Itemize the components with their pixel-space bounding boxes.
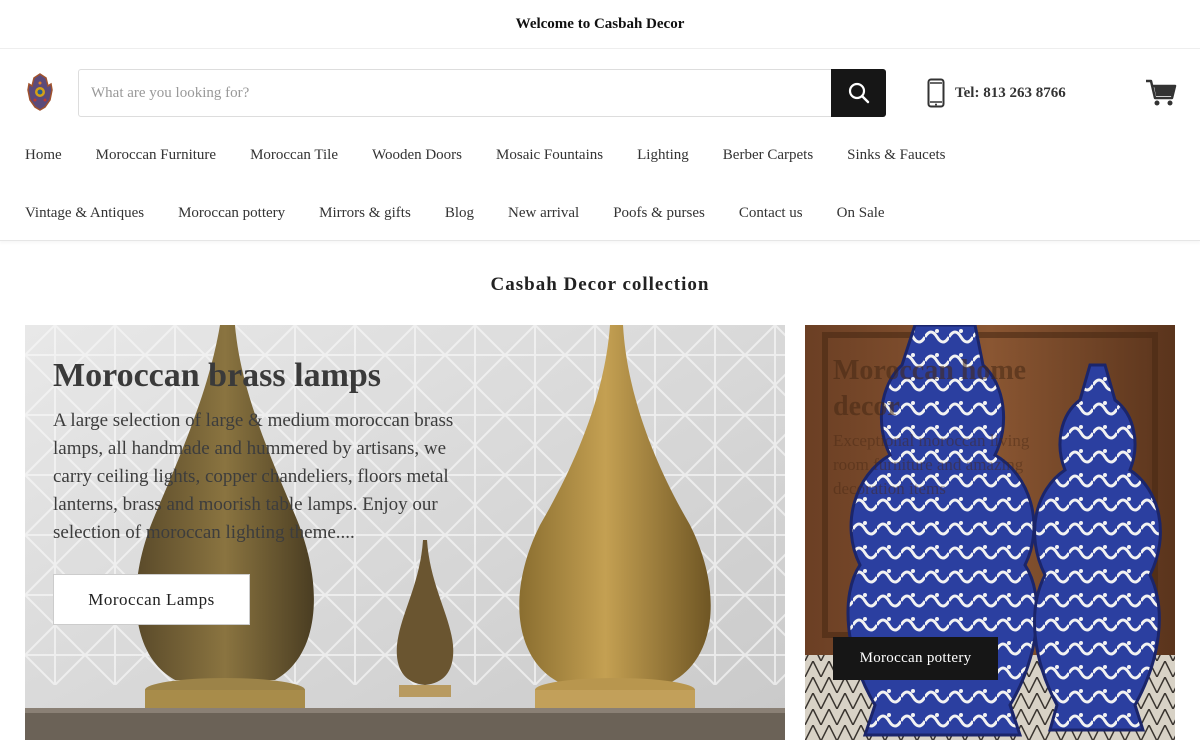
- nav-item-berber-carpets[interactable]: Berber Carpets: [723, 146, 813, 164]
- announcement-text: Welcome to Casbah Decor: [515, 15, 685, 32]
- card-title: Moroccan brass lamps: [53, 357, 382, 394]
- cart-button[interactable]: [1145, 78, 1177, 113]
- search-bar: [78, 69, 886, 117]
- nav-item-poofs-purses[interactable]: Poofs & purses: [613, 204, 705, 222]
- nav-item-on-sale[interactable]: On Sale: [837, 204, 885, 222]
- nav-item-moroccan-furniture[interactable]: Moroccan Furniture: [96, 146, 216, 164]
- nav-item-blog[interactable]: Blog: [445, 204, 474, 222]
- search-input[interactable]: [79, 70, 831, 116]
- hamsa-hand-icon[interactable]: [25, 72, 55, 112]
- phone-number: Tel: 813 263 8766: [955, 84, 1066, 101]
- card-description: A large selection of large & medium moro…: [53, 410, 454, 543]
- mobile-phone-icon: [927, 78, 945, 108]
- nav-item-wooden-doors[interactable]: Wooden Doors: [372, 146, 462, 164]
- card-title: Moroccan home decor: [833, 355, 1027, 422]
- promo-card-home-decor[interactable]: Moroccan home decor Exceptional moroccan…: [805, 325, 1175, 740]
- nav-item-mosaic-fountains[interactable]: Mosaic Fountains: [496, 146, 603, 164]
- promo-card-brass-lamps[interactable]: Moroccan brass lamps A large selection o…: [25, 325, 785, 740]
- site-header: Tel: 813 263 8766 Home Moroccan Furnitur…: [0, 49, 1200, 241]
- moroccan-lamps-button[interactable]: Moroccan Lamps: [53, 574, 250, 625]
- phone-contact[interactable]: Tel: 813 263 8766: [927, 78, 1066, 108]
- nav-item-lighting[interactable]: Lighting: [637, 146, 689, 164]
- nav-item-home[interactable]: Home: [25, 146, 62, 164]
- main-nav-row-1: Home Moroccan Furniture Moroccan Tile Wo…: [25, 146, 980, 164]
- nav-item-vintage-antiques[interactable]: Vintage & Antiques: [25, 204, 144, 222]
- moroccan-pottery-button[interactable]: Moroccan pottery: [833, 637, 998, 680]
- shopping-cart-icon: [1146, 79, 1177, 106]
- card-description: Exceptional moroccan living room furnitu…: [833, 431, 1030, 498]
- nav-item-moroccan-pottery[interactable]: Moroccan pottery: [178, 204, 285, 222]
- nav-item-contact-us[interactable]: Contact us: [739, 204, 803, 222]
- search-icon: [848, 82, 869, 104]
- announcement-bar: Welcome to Casbah Decor: [0, 0, 1200, 49]
- collection-title: Casbah Decor collection: [490, 274, 710, 295]
- main-nav-row-2: Vintage & Antiques Moroccan pottery Mirr…: [25, 204, 919, 222]
- nav-item-mirrors-gifts[interactable]: Mirrors & gifts: [319, 204, 411, 222]
- nav-item-moroccan-tile[interactable]: Moroccan Tile: [250, 146, 338, 164]
- nav-item-sinks-faucets[interactable]: Sinks & Faucets: [847, 146, 945, 164]
- search-button[interactable]: [831, 69, 886, 117]
- nav-item-new-arrival[interactable]: New arrival: [508, 204, 579, 222]
